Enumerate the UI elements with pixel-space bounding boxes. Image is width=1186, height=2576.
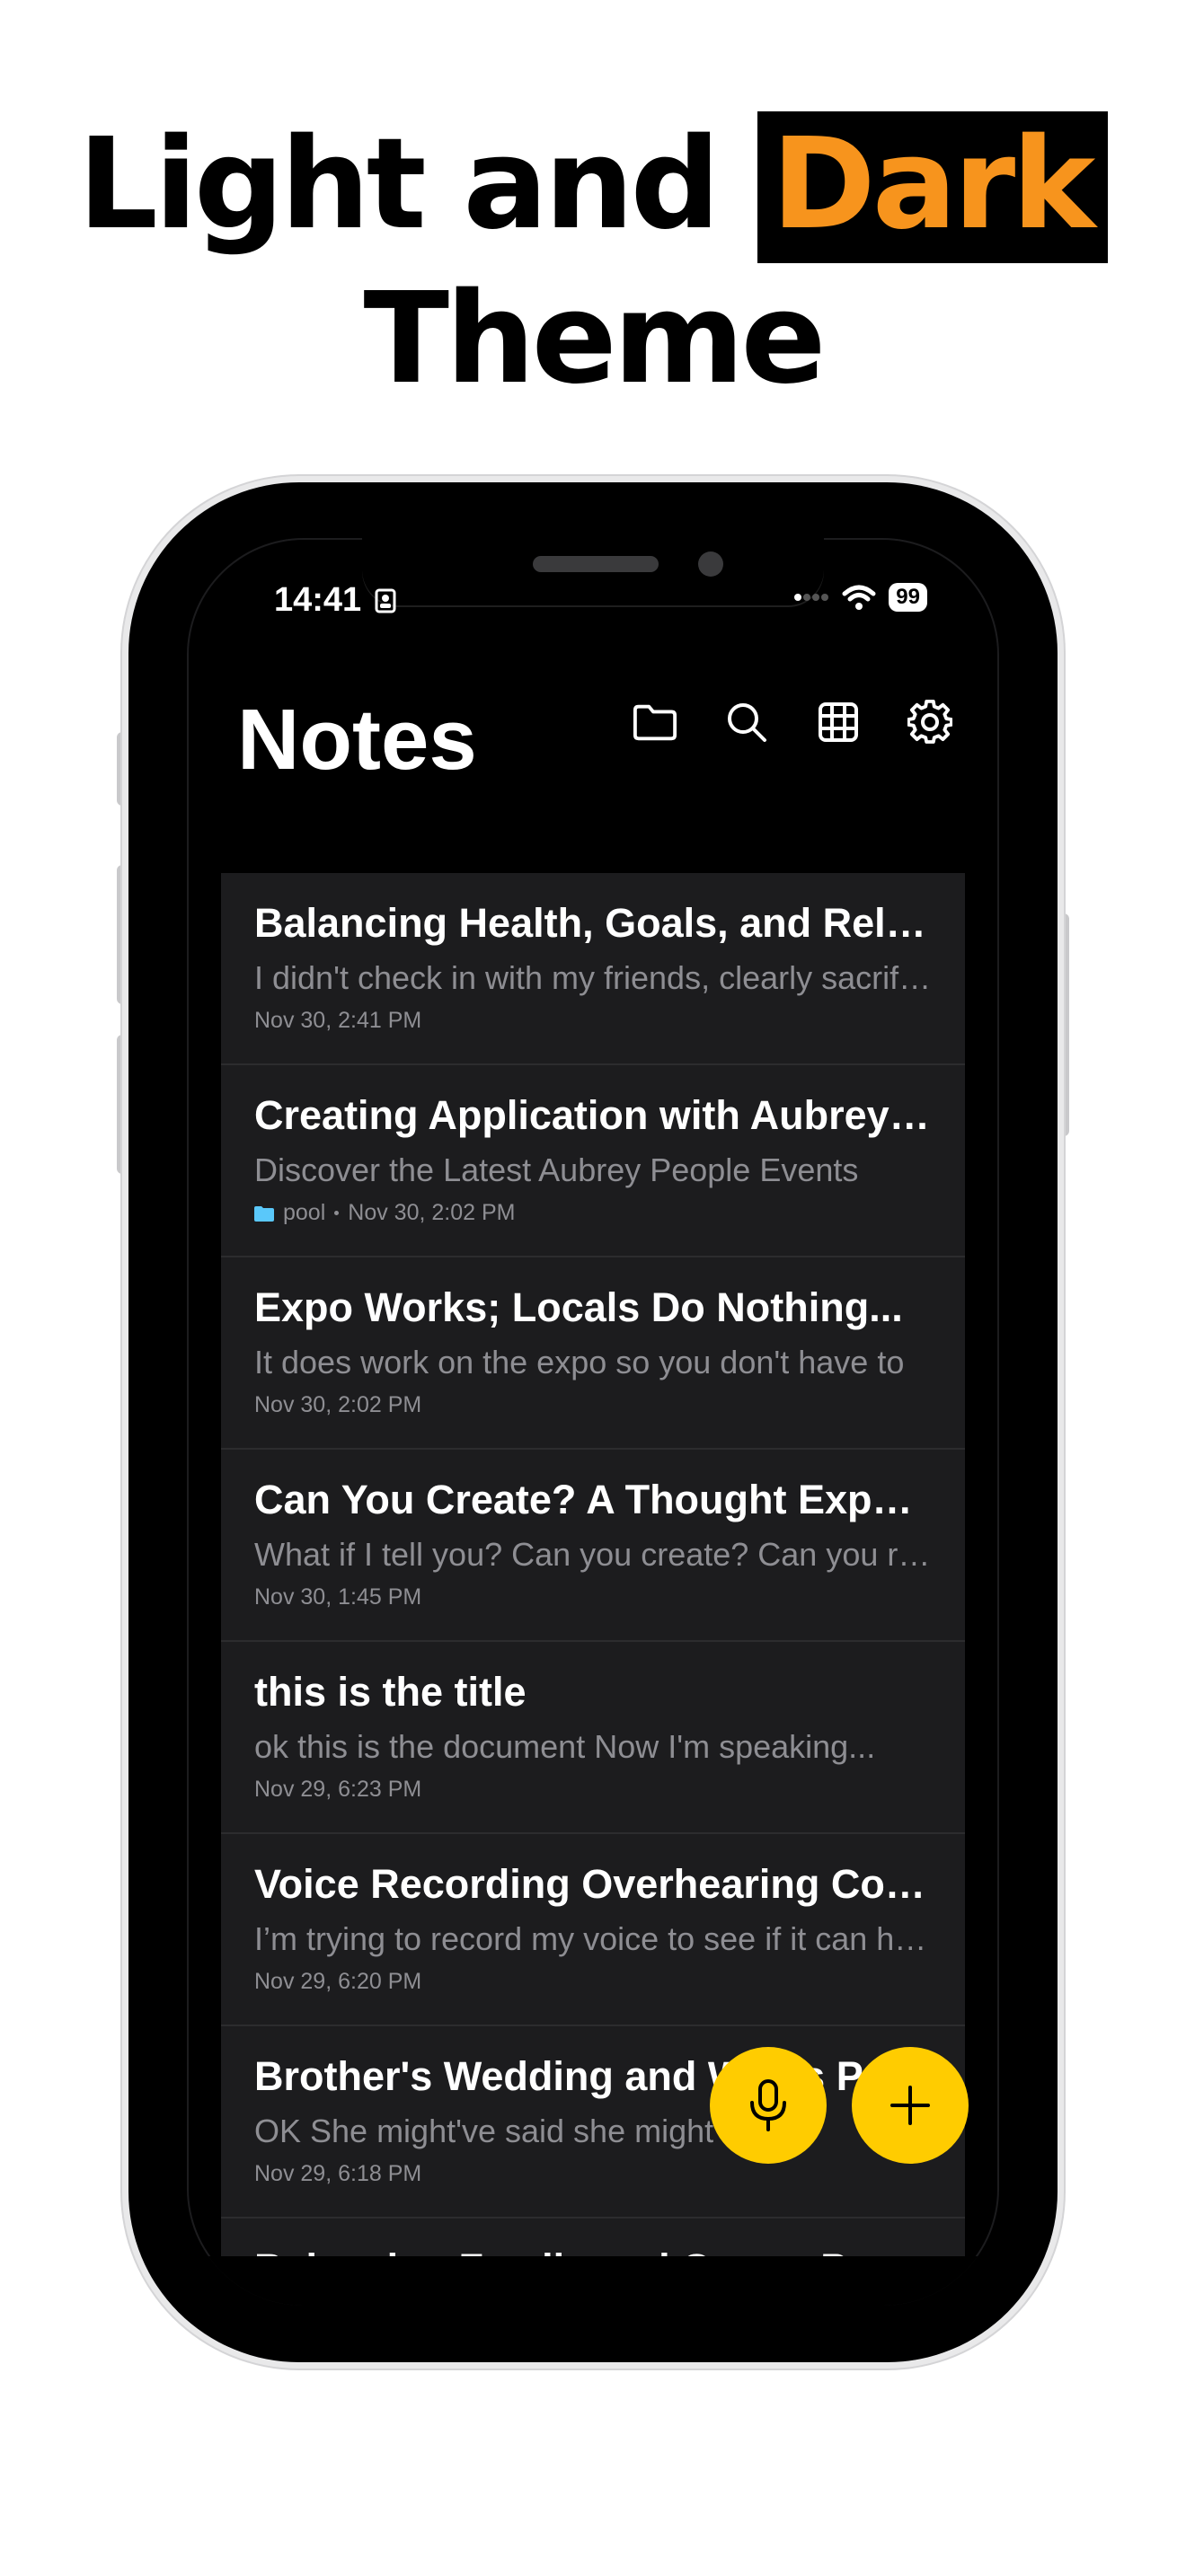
silent-switch bbox=[117, 732, 129, 806]
note-date: Nov 30, 1:45 PM bbox=[254, 1584, 422, 1610]
search-button[interactable] bbox=[724, 700, 769, 745]
note-meta: Nov 30, 2:41 PM bbox=[254, 1008, 933, 1034]
status-time: 14:41 bbox=[274, 581, 396, 620]
note-meta: Nov 29, 6:18 PM bbox=[254, 2161, 933, 2187]
id-card-icon bbox=[375, 588, 396, 613]
phone-frame: 14:41 99 Notes Balancing Health, Goals, … bbox=[128, 482, 1058, 2362]
note-date: Nov 30, 2:41 PM bbox=[254, 1008, 422, 1033]
note-preview: It does work on the expo so you don't ha… bbox=[254, 1344, 905, 1381]
note-title: Creating Application with Aubrey People bbox=[254, 1092, 933, 1138]
note-preview: What if I tell you? Can you create? Can … bbox=[254, 1536, 933, 1573]
status-indicators: 99 bbox=[793, 583, 927, 612]
grid-view-button[interactable] bbox=[816, 700, 861, 745]
wifi-icon bbox=[842, 585, 876, 610]
note-date: Nov 29, 6:23 PM bbox=[254, 1777, 422, 1802]
headline-line-1: Light and Dark bbox=[0, 108, 1186, 263]
power-button bbox=[1057, 913, 1069, 1136]
note-preview: Discover the Latest Aubrey People Events bbox=[254, 1151, 859, 1188]
note-title: Voice Recording Overhearing Conversation… bbox=[254, 1861, 933, 1907]
gear-icon bbox=[907, 700, 952, 744]
headline-text: Light and bbox=[77, 111, 757, 258]
list-item[interactable]: Balancing Family and Career P bbox=[221, 2219, 965, 2256]
plus-icon bbox=[890, 2086, 930, 2125]
note-meta: Nov 29, 6:20 PM bbox=[254, 1969, 933, 1995]
app-screen: 14:41 99 Notes Balancing Health, Goals, … bbox=[187, 538, 999, 2306]
volume-down-button bbox=[117, 1035, 129, 1174]
note-date: Nov 30, 2:02 PM bbox=[254, 1392, 422, 1417]
microphone-icon bbox=[750, 2079, 786, 2131]
battery-indicator: 99 bbox=[889, 583, 927, 612]
note-title: Balancing Health, Goals, and Relationshi… bbox=[254, 900, 933, 946]
settings-button[interactable] bbox=[907, 700, 952, 745]
folders-button[interactable] bbox=[633, 700, 677, 745]
note-preview: I didn't check in with my friends, clear… bbox=[254, 959, 933, 996]
note-preview: ok this is the document Now I'm speaking… bbox=[254, 1728, 876, 1765]
list-item[interactable]: Balancing Health, Goals, and Relationshi… bbox=[221, 873, 965, 1065]
note-meta: Nov 30, 2:02 PM bbox=[254, 1392, 933, 1418]
volume-up-button bbox=[117, 865, 129, 1004]
note-date: Nov 30, 2:02 PM bbox=[348, 1200, 516, 1225]
note-preview: OK She might've said she might end bbox=[254, 2113, 777, 2149]
page-title: Notes bbox=[237, 692, 477, 788]
notes-list[interactable]: Balancing Health, Goals, and Relationshi… bbox=[221, 873, 965, 2256]
note-date: Nov 29, 6:18 PM bbox=[254, 2161, 422, 2186]
add-note-button[interactable] bbox=[852, 2047, 969, 2164]
voice-note-button[interactable] bbox=[710, 2047, 827, 2164]
list-item[interactable]: Brother's Wedding and Wife's P OK She mi… bbox=[221, 2026, 965, 2219]
headline-line-2: Theme bbox=[363, 266, 827, 412]
notch bbox=[362, 538, 824, 605]
status-time-text: 14:41 bbox=[274, 581, 362, 619]
note-meta: pool Nov 30, 2:02 PM bbox=[254, 1200, 933, 1226]
list-item[interactable]: Voice Recording Overhearing Conversation… bbox=[221, 1834, 965, 2026]
note-meta: Nov 30, 1:45 PM bbox=[254, 1584, 933, 1610]
separator-dot bbox=[334, 1211, 340, 1215]
folder-icon bbox=[633, 704, 677, 741]
note-meta: Nov 29, 6:23 PM bbox=[254, 1777, 933, 1803]
list-item[interactable]: this is the title ok this is the documen… bbox=[221, 1642, 965, 1834]
toolbar bbox=[633, 700, 952, 745]
grid-icon bbox=[819, 702, 858, 742]
folder-icon bbox=[254, 1205, 274, 1222]
headline: Light and Dark Theme bbox=[0, 108, 1186, 417]
note-title: Brother's Wedding and Wife's P bbox=[254, 2053, 863, 2099]
note-title: Balancing Family and Career P bbox=[254, 2244, 933, 2256]
list-item[interactable]: Creating Application with Aubrey People … bbox=[221, 1065, 965, 1257]
note-title: Can You Create? A Thought Experiment bbox=[254, 1477, 933, 1522]
cellular-signal-icon bbox=[794, 594, 829, 601]
list-item[interactable]: Expo Works; Locals Do Nothing... It does… bbox=[221, 1257, 965, 1450]
note-preview: I’m trying to record my voice to see if … bbox=[254, 1920, 933, 1957]
bottom-bar bbox=[187, 2256, 999, 2306]
speaker-grille bbox=[533, 556, 659, 572]
front-camera bbox=[698, 551, 723, 577]
note-title: Expo Works; Locals Do Nothing... bbox=[254, 1284, 903, 1330]
list-item[interactable]: Can You Create? A Thought Experiment Wha… bbox=[221, 1450, 965, 1642]
search-icon bbox=[728, 703, 766, 742]
note-title: this is the title bbox=[254, 1669, 527, 1715]
headline-highlight: Dark bbox=[757, 111, 1109, 263]
note-folder: pool bbox=[283, 1200, 326, 1225]
note-date: Nov 29, 6:20 PM bbox=[254, 1969, 422, 1994]
